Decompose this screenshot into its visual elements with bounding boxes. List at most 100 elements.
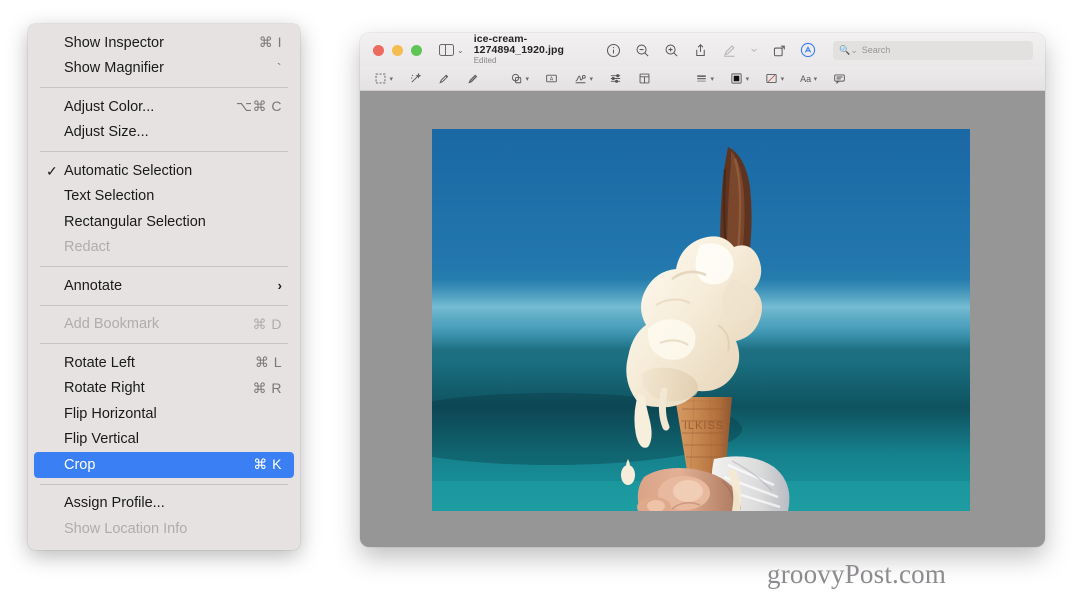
window-toolbar: 🔍⌄ Search (605, 40, 1035, 60)
border-color-icon[interactable]: ▾ (730, 72, 749, 85)
pen-icon[interactable] (721, 42, 737, 58)
menu-item-label: Rotate Right (64, 380, 145, 397)
menu-item-label: Show Magnifier (64, 60, 164, 77)
zoom-button[interactable] (411, 44, 422, 56)
chevron-down-icon: ▾ (745, 75, 750, 83)
fill-color-icon[interactable]: ▾ (765, 72, 784, 85)
menu-item-assign-profile[interactable]: Assign Profile... (34, 491, 294, 517)
menu-item-shortcut: ⌘ L (254, 354, 282, 371)
menu-item-label: Rectangular Selection (64, 213, 206, 230)
chevron-down-icon: ▾ (389, 75, 394, 83)
sketch-icon[interactable] (438, 72, 451, 85)
text-style-label: Aa (800, 73, 812, 84)
menu-item-rotate-right[interactable]: Rotate Right ⌘ R (34, 376, 294, 402)
menu-item-label: Crop (64, 456, 96, 473)
menu-item-label: Show Location Info (64, 520, 188, 537)
menu-item-shortcut: ⌘ I (258, 34, 282, 51)
chevron-down-icon[interactable] (750, 42, 758, 58)
comment-icon[interactable] (833, 72, 846, 85)
rect-selection-icon[interactable]: ▾ (374, 72, 393, 85)
menu-item-label: Automatic Selection (64, 162, 193, 179)
menu-item-label: Assign Profile... (64, 495, 165, 512)
image-canvas[interactable]: ILKISS (360, 91, 1045, 547)
menu-item-label: Add Bookmark (64, 316, 160, 333)
rotate-icon[interactable] (771, 42, 787, 58)
menu-item-label: Rotate Left (64, 354, 135, 371)
menu-separator (40, 304, 288, 306)
document-status: Edited (473, 56, 497, 66)
menu-item-label: Text Selection (64, 188, 155, 205)
menu-item-adjust-color[interactable]: Adjust Color... ⌥⌘ C (34, 94, 294, 120)
menu-item-redact: Redact (34, 235, 294, 261)
menu-item-show-location-info: Show Location Info (34, 516, 294, 542)
menu-item-label: Show Inspector (64, 34, 164, 51)
menu-separator (40, 151, 288, 152)
menu-item-label: Flip Horizontal (64, 405, 157, 422)
shapes-icon[interactable]: ▾ (510, 72, 529, 85)
menu-item-shortcut: ⌘ R (252, 379, 282, 396)
menu-separator (40, 266, 288, 267)
menu-item-rotate-left[interactable]: Rotate Left ⌘ L (34, 350, 294, 376)
sidebar-icon (439, 43, 454, 57)
menu-item-add-bookmark: Add Bookmark ⌘ D (34, 312, 294, 338)
menu-item-shortcut: ` (276, 60, 282, 77)
svg-text:A: A (550, 77, 554, 83)
menu-item-show-magnifier[interactable]: Show Magnifier ` (34, 56, 294, 82)
crop-icon[interactable] (638, 72, 651, 85)
menu-separator (40, 483, 288, 485)
menu-item-label: Flip Vertical (64, 431, 139, 448)
chevron-right-icon: › (277, 278, 282, 294)
menu-item-show-inspector[interactable]: Show Inspector ⌘ I (34, 30, 294, 56)
info-circle-icon[interactable] (605, 42, 621, 58)
watermark: groovyPost.com (767, 559, 947, 589)
sliders-icon[interactable] (609, 72, 622, 85)
menu-item-annotate[interactable]: Annotate › (34, 273, 294, 299)
document-filename: ice-cream-1274894_1920.jpg (473, 33, 565, 57)
chevron-down-icon: ▾ (589, 75, 594, 83)
signature-icon[interactable]: ▾ (574, 72, 593, 85)
search-placeholder: Search (861, 45, 891, 55)
sidebar-toggle-button[interactable]: ⌄ (439, 43, 464, 57)
checkmark-icon: ✓ (46, 162, 58, 179)
chevron-down-icon: ▾ (525, 75, 530, 83)
chevron-down-icon: ▾ (813, 75, 818, 83)
markup-toolbar: ▾ ▾ A ▾ ▾ ▾ ▾ Aa ▾ (360, 67, 1045, 91)
shape-style-icon[interactable]: ▾ (695, 72, 714, 85)
text-box-icon[interactable]: A (545, 72, 558, 85)
menu-item-crop[interactable]: Crop ⌘ K (34, 452, 294, 478)
minimize-button[interactable] (392, 44, 403, 56)
chevron-down-icon: ▾ (710, 75, 715, 83)
menu-item-flip-horizontal[interactable]: Flip Horizontal (34, 401, 294, 427)
menu-item-automatic-selection[interactable]: ✓ Automatic Selection (34, 158, 294, 184)
svg-text:ILKISS: ILKISS (684, 420, 724, 432)
share-icon[interactable] (692, 42, 708, 58)
draw-icon[interactable] (467, 72, 480, 85)
context-menu[interactable]: Show Inspector ⌘ I Show Magnifier ` Adju… (28, 24, 300, 550)
photo-ice-cream-cone[interactable]: ILKISS (432, 129, 970, 511)
menu-separator (40, 343, 288, 344)
menu-item-label: Redact (64, 239, 110, 256)
menu-item-label: Annotate (64, 277, 123, 294)
menu-item-text-selection[interactable]: Text Selection (34, 184, 294, 210)
magnifier-plus-icon[interactable] (663, 42, 679, 58)
menu-item-label: Adjust Size... (64, 124, 149, 141)
close-button[interactable] (373, 44, 384, 56)
menu-item-shortcut: ⌘ D (252, 315, 282, 332)
document-title: ice-cream-1274894_1920.jpg Edited (474, 34, 605, 65)
search-field[interactable]: 🔍⌄ Search (833, 40, 1033, 60)
annotate-circle-icon[interactable] (800, 42, 816, 58)
menu-item-flip-vertical[interactable]: Flip Vertical (34, 427, 294, 453)
menu-item-label: Adjust Color... (64, 98, 155, 115)
search-icon: 🔍⌄ (839, 44, 858, 55)
chevron-down-icon: ⌄ (457, 45, 464, 55)
traffic-lights (373, 44, 422, 56)
magnifier-minus-icon[interactable] (634, 42, 650, 58)
magic-wand-icon[interactable] (409, 72, 422, 85)
menu-separator (40, 87, 288, 88)
window-titlebar: ⌄ ice-cream-1274894_1920.jpg Edited 🔍⌄ S… (360, 33, 1045, 67)
text-style-icon[interactable]: Aa ▾ (800, 74, 817, 84)
menu-item-shortcut: ⌥⌘ C (235, 98, 282, 115)
menu-item-adjust-size[interactable]: Adjust Size... (34, 120, 294, 146)
chevron-down-icon: ▾ (780, 75, 785, 83)
menu-item-rectangular-selection[interactable]: Rectangular Selection (34, 209, 294, 235)
